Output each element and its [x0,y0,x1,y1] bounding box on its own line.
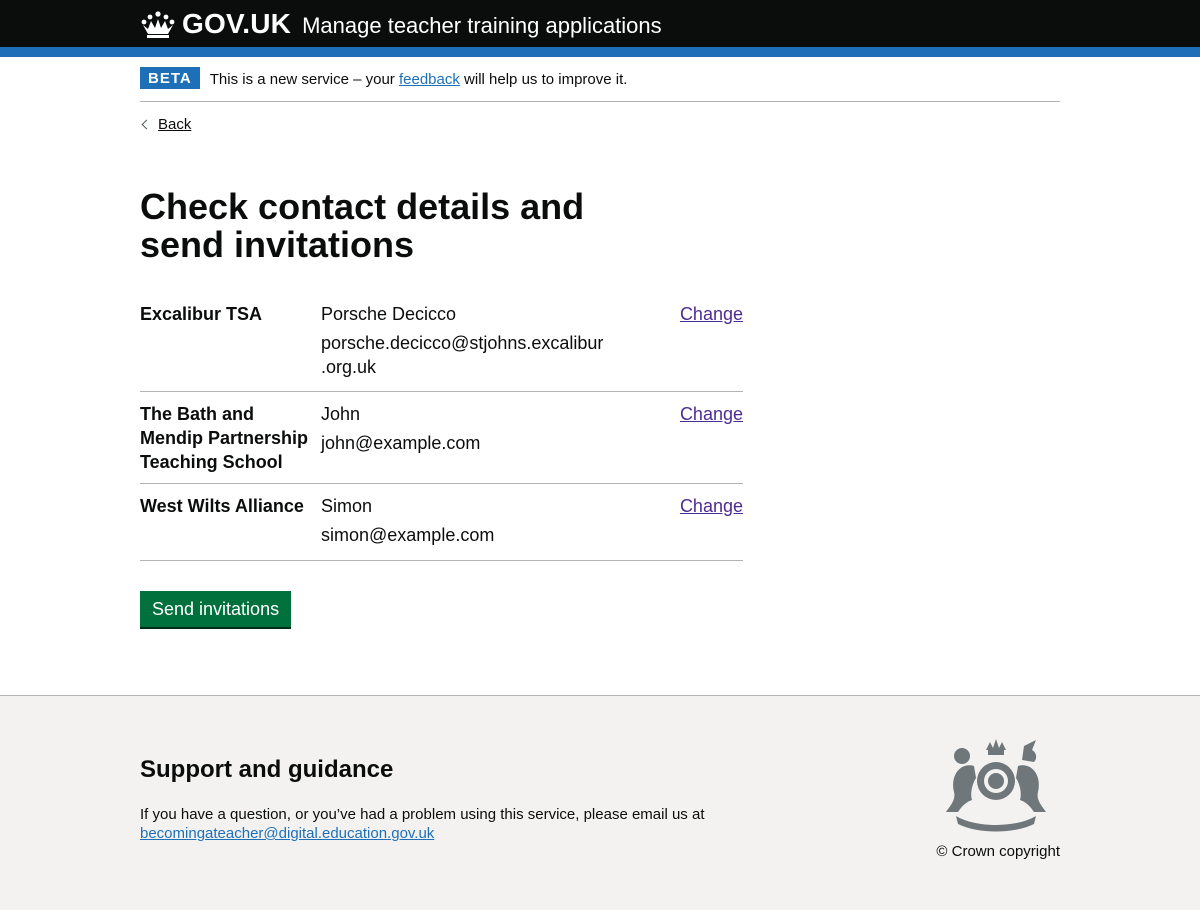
support-email-link[interactable]: becomingateacher@digital.education.gov.u… [140,825,434,842]
contact-email: porsche.decicco@stjohns.excalibur .org.uk [321,331,621,379]
summary-key-line: Teaching School [140,452,283,472]
phase-banner: BETA This is a new service – your feedba… [140,67,1060,102]
send-invitations-button[interactable]: Send invitations [140,591,292,627]
contact-name: Simon [321,496,373,516]
summary-key: The Bath and Mendip Partnership Teaching… [140,402,310,474]
beta-tag: BETA [140,67,200,89]
contact-email-line: porsche.decicco@stjohns.excalibur [321,333,604,353]
summary-value: Porsche Decicco porsche.decicco@stjohns.… [321,302,621,379]
change-link[interactable]: Change [680,404,743,424]
contact-email-line: .org.uk [321,357,377,377]
crown-icon [141,11,175,38]
back-chevron-icon [141,119,152,130]
contact-email: john@example.com [321,433,481,453]
summary-row: Excalibur TSA Porsche Decicco porsche.de… [140,300,743,392]
royal-crest-icon[interactable] [936,736,1056,834]
summary-key-line: Mendip Partnership [140,428,309,448]
header-content: GOV.UK Manage teacher training applicati… [140,8,662,40]
summary-row: The Bath and Mendip Partnership Teaching… [140,392,743,484]
footer-help: If you have a question, or you’ve had a … [140,805,705,843]
change-link[interactable]: Change [680,304,743,324]
summary-key: Excalibur TSA [140,304,263,324]
site-header: GOV.UK Manage teacher training applicati… [0,0,1200,57]
back-link-container: Back [140,116,191,133]
summary-row: West Wilts Alliance Simon simon@example.… [140,484,743,561]
feedback-link[interactable]: feedback [399,71,460,88]
summary-value: John john@example.com [321,402,621,455]
back-link[interactable]: Back [158,116,191,133]
summary-actions: Change [680,494,743,518]
contact-name: Porsche Decicco [321,304,457,324]
summary-value: Simon simon@example.com [321,494,621,547]
page-title: Check contact details and send invitatio… [140,186,585,265]
phase-text-before: This is a new service – your [209,71,399,88]
footer-heading: Support and guidance [140,756,394,783]
footer-help-text: If you have a question, or you’ve had a … [140,806,705,823]
change-link[interactable]: Change [680,496,743,516]
contact-name: John [321,404,361,424]
contact-email: simon@example.com [321,525,495,545]
service-name[interactable]: Manage teacher training applications [302,13,662,39]
crown-copyright[interactable]: © Crown copyright [936,843,1060,860]
summary-key-line: The Bath and [140,404,255,424]
site-footer: Support and guidance If you have a quest… [0,695,1200,910]
summary-actions: Change [680,302,743,326]
summary-list: Excalibur TSA Porsche Decicco porsche.de… [140,300,743,561]
summary-key: West Wilts Alliance [140,496,304,516]
phase-text-after: will help us to improve it. [459,71,628,88]
summary-actions: Change [680,402,743,426]
govuk-logo-link[interactable]: GOV.UK [182,8,291,40]
phase-banner-text: This is a new service – your feedback wi… [210,71,628,88]
